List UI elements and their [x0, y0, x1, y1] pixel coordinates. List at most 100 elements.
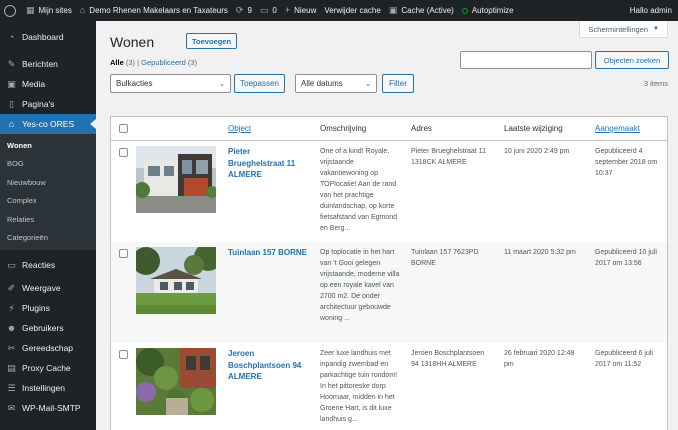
sidebar-item-gereedschap[interactable]: ✂ Gereedschap [0, 338, 96, 358]
cache-status-label: Cache (Active) [401, 6, 454, 15]
filter-all-link[interactable]: Alle [110, 58, 124, 67]
comment-icon: ▭ [259, 5, 269, 15]
submenu-item-relaties[interactable]: Relaties [0, 210, 96, 229]
date-filter-select[interactable]: Alle datums ⌄ [295, 74, 377, 93]
screen-options-toggle[interactable]: Schermintellingen ▼ [579, 21, 668, 38]
object-address: Pieter Brueghelstraat 11 1318CK ALMERE [411, 148, 486, 166]
object-created: Gepubliceerd 10 juli 2017 om 13:56 [595, 249, 657, 267]
apply-button[interactable]: Toepassen [234, 74, 285, 93]
filter-separator: | [137, 58, 140, 67]
cache-icon: ▣ [388, 5, 398, 15]
site-title: Demo Rhenen Makelaars en Taxateurs [89, 6, 228, 15]
object-address: Tuinlaan 157 7623PD BORNE [411, 249, 479, 267]
search-objects-button[interactable]: Objecten zoeken [595, 51, 669, 69]
filter-button[interactable]: Filter [382, 74, 414, 93]
site-name-menu[interactable]: ⌂ Demo Rhenen Makelaars en Taxateurs [76, 0, 232, 21]
select-all-checkbox[interactable] [119, 124, 128, 133]
sidebar-item-reacties[interactable]: ▭ Reacties [0, 255, 96, 275]
submenu-item-nieuwbouw[interactable]: Nieuwbouw [0, 173, 96, 192]
sidebar-item-instellingen[interactable]: ☰ Instellingen [0, 378, 96, 398]
column-created[interactable]: Aangemaakt [595, 124, 640, 133]
column-address: Adres [411, 124, 432, 133]
date-filter-value: Alle datums [301, 79, 343, 88]
submenu-item-complex[interactable]: Complex [0, 192, 96, 211]
comment-icon: ▭ [7, 259, 16, 270]
filter-published-link[interactable]: Gepubliceerd [141, 58, 186, 67]
chevron-down-icon: ⌄ [365, 81, 371, 88]
row-checkbox[interactable] [119, 148, 128, 157]
sidebar-item-weergave[interactable]: ✐ Weergave [0, 278, 96, 298]
cache-status-menu[interactable]: ▣ Cache (Active) [385, 0, 458, 21]
object-description: One of a kind! Royale, vrijstaande vakan… [320, 148, 398, 232]
property-thumbnail[interactable] [136, 146, 216, 213]
object-created: Gepubliceerd 6 juli 2017 om 11:52 [595, 350, 653, 368]
table-row: Pieter Brueghelstraat 11 ALMERE One of a… [111, 141, 667, 242]
sidebar-item-label: Instellingen [22, 383, 66, 393]
comments-menu[interactable]: ▭ 0 [256, 0, 281, 21]
object-created: Gepubliceerd 4 september 2018 om 10:37 [595, 148, 658, 177]
submenu-item-categorieen[interactable]: Categorieën [0, 229, 96, 248]
filter-published-count: (3) [187, 58, 198, 67]
object-title-link[interactable]: Pieter Brueghelstraat 11 ALMERE [228, 146, 308, 181]
property-thumbnail[interactable] [136, 247, 216, 314]
object-modified: 26 februari 2020 12:48 pm [504, 350, 575, 368]
table-row: Tuinlaan 157 BORNE Op toplocatie in het … [111, 242, 667, 343]
sidebar-item-label: Reacties [22, 260, 56, 270]
object-modified: 10 juni 2020 2:49 pm [504, 148, 570, 155]
wordpress-logo-icon[interactable] [4, 4, 16, 17]
updates-icon: ⟳ [235, 5, 244, 15]
filter-all-count: (3) [125, 58, 136, 67]
sidebar-item-label: Media [22, 79, 46, 89]
column-description: Omschrijving [320, 124, 367, 133]
home-icon: ⌂ [8, 119, 15, 129]
objects-table: Object Omschrijving Adres Laatste wijzig… [110, 116, 668, 430]
object-title-link[interactable]: Tuinlaan 157 BORNE [228, 247, 308, 259]
column-object[interactable]: Object [228, 124, 251, 133]
submenu-item-bog[interactable]: BOG [0, 155, 96, 174]
object-modified: 11 maart 2020 5:32 pm [504, 249, 576, 256]
search-input[interactable] [460, 51, 592, 69]
sidebar-item-label: Pagina's [22, 99, 55, 109]
table-row: Jeroen Boschplantsoen 94 ALMERE Zeer lux… [111, 343, 667, 430]
sidebar-item-gebruikers[interactable]: ☻ Gebruikers [0, 318, 96, 338]
wrench-icon: ✂ [7, 342, 16, 353]
bulk-actions-select[interactable]: Bulkacties ⌄ [110, 74, 231, 93]
caret-down-icon: ▼ [653, 26, 659, 32]
sidebar-item-media[interactable]: ▣ Media [0, 74, 96, 94]
media-icon: ▣ [7, 78, 16, 89]
updates-menu[interactable]: ⟳ 9 [232, 0, 256, 21]
row-checkbox[interactable] [119, 249, 128, 258]
status-filter-links: Alle (3) | Gepubliceerd (3) [110, 58, 197, 67]
my-sites-icon: ▦ [26, 5, 35, 15]
clear-cache-link[interactable]: Verwijder cache [320, 0, 384, 21]
screen-options-label: Schermintellingen [588, 24, 649, 34]
items-count: 3 items [643, 79, 668, 88]
account-menu[interactable]: Hallo admin [626, 0, 678, 21]
sidebar-item-dashboard[interactable]: ◔ Dashboard [0, 27, 96, 47]
page-icon: ▯ [9, 98, 14, 109]
sidebar-item-label: Dashboard [22, 32, 64, 42]
my-sites-menu[interactable]: ▦ Mijn sites [22, 0, 76, 21]
sidebar-item-label: Proxy Cache [22, 363, 71, 373]
submenu-item-wonen[interactable]: Wonen [0, 136, 96, 155]
users-icon: ☻ [6, 323, 17, 333]
home-icon: ⌂ [79, 5, 86, 15]
sidebar-item-paginas[interactable]: ▯ Pagina's [0, 94, 96, 114]
autoptimize-menu[interactable]: Autoptimize [458, 0, 518, 21]
sidebar-item-label: WP-Mail-SMTP [22, 403, 81, 413]
sidebar-item-wp-mail-smtp[interactable]: ✉ WP-Mail-SMTP [0, 398, 96, 418]
comments-count: 0 [272, 6, 277, 15]
property-thumbnail[interactable] [136, 348, 216, 415]
sidebar-item-plugins[interactable]: ⚡ Plugins [0, 298, 96, 318]
row-checkbox[interactable] [119, 350, 128, 359]
yes-co-ores-submenu: Wonen BOG Nieuwbouw Complex Relaties Cat… [0, 134, 96, 250]
new-content-menu[interactable]: + Nieuw [281, 0, 321, 21]
dashboard-icon: ◔ [8, 32, 15, 42]
sidebar-item-berichten[interactable]: ✎ Berichten [0, 54, 96, 74]
sidebar-item-proxy-cache[interactable]: ▤ Proxy Cache [0, 358, 96, 378]
autoptimize-label: Autoptimize [471, 6, 514, 15]
object-title-link[interactable]: Jeroen Boschplantsoen 94 ALMERE [228, 348, 308, 383]
main-content: Schermintellingen ▼ Wonen Toevoegen Alle… [96, 21, 678, 430]
sidebar-item-yes-co-ores[interactable]: ⌂ Yes-co ORES [0, 114, 96, 134]
add-new-button[interactable]: Toevoegen [186, 33, 238, 49]
